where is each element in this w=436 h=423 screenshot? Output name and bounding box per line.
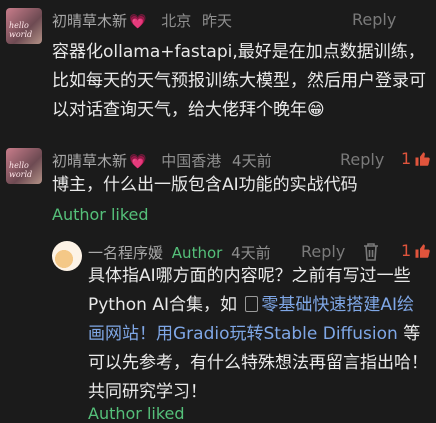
comment-meta: 初晴草木新 💗 中国香港 4天前 bbox=[52, 150, 272, 171]
reply-meta: 一名程序媛 Author 4天前 bbox=[88, 242, 271, 263]
like-count: 1 bbox=[401, 149, 412, 168]
reply-button[interactable]: Reply bbox=[340, 150, 384, 169]
username[interactable]: 初晴草木新 bbox=[52, 12, 127, 30]
avatar[interactable]: hello world bbox=[6, 148, 42, 184]
username[interactable]: 一名程序媛 bbox=[88, 244, 163, 262]
username[interactable]: 初晴草木新 bbox=[52, 152, 127, 170]
like-button[interactable]: 1 bbox=[401, 241, 432, 260]
timestamp: 昨天 bbox=[202, 12, 233, 30]
avatar[interactable]: hello world bbox=[6, 8, 42, 44]
heart-icon: 💗 bbox=[129, 14, 147, 30]
trash-icon[interactable] bbox=[362, 242, 380, 262]
author-badge: Author bbox=[171, 244, 223, 262]
location: 北京 bbox=[161, 12, 192, 30]
location: 中国香港 bbox=[161, 152, 222, 170]
comment-text: 博主，什么出一版包含AI功能的实战代码 bbox=[52, 175, 358, 195]
thumbs-up-icon bbox=[415, 243, 430, 258]
avatar[interactable] bbox=[52, 241, 82, 271]
like-count: 1 bbox=[401, 241, 412, 260]
reply-button[interactable]: Reply bbox=[352, 10, 396, 29]
author-liked-label: Author liked bbox=[52, 205, 149, 224]
author-liked-label: Author liked bbox=[88, 404, 185, 423]
comment-text: 容器化ollama+fastapi,最好是在加点数据训练，比如每天的天气预报训练… bbox=[52, 42, 426, 120]
like-button[interactable]: 1 bbox=[401, 149, 432, 168]
timestamp: 4天前 bbox=[232, 152, 272, 170]
timestamp: 4天前 bbox=[231, 244, 271, 262]
comment-meta: 初晴草木新 💗 北京 昨天 bbox=[52, 10, 232, 31]
reply-button[interactable]: Reply bbox=[301, 242, 345, 261]
thumbs-up-icon bbox=[415, 151, 430, 166]
reply-text: 具体指AI哪方面的内容呢？之前有写过一些Python AI合集，如 零基础快速搭… bbox=[88, 266, 428, 402]
document-icon bbox=[245, 296, 259, 312]
heart-icon: 💗 bbox=[129, 154, 147, 170]
article-link[interactable]: 用Gradio玩转Stable Diffusion bbox=[156, 324, 398, 344]
